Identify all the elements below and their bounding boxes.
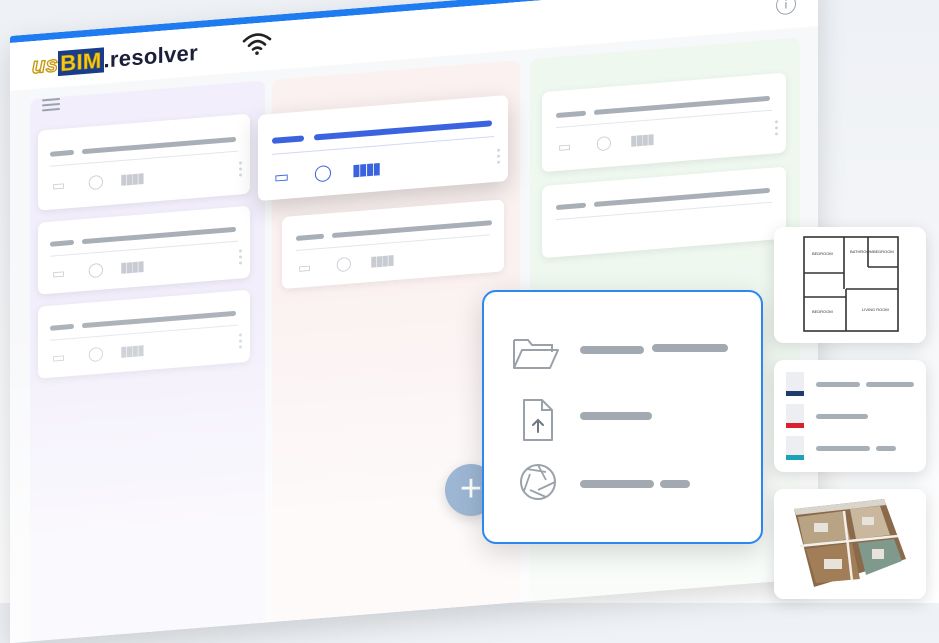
task-card[interactable]: ▭ ◯ ▮▮▮▮ <box>38 113 250 211</box>
swatch-navy <box>786 372 804 396</box>
menu-icon[interactable] <box>42 95 60 114</box>
floorplan-image: BEDROOM BATHROOM BEDROOM BEDROOM LIVING … <box>774 227 926 343</box>
info-icon[interactable]: i <box>776 0 796 16</box>
svg-text:BATHROOM: BATHROOM <box>850 249 873 254</box>
image-icon: ▭ <box>274 168 290 187</box>
add-menu-popup <box>482 290 763 544</box>
swatch-red <box>786 404 804 428</box>
image-icon: ▭ <box>52 176 66 194</box>
menu-item-take-photo[interactable] <box>510 460 741 510</box>
more-icon[interactable] <box>775 117 778 138</box>
app-logo: usBIM.resolver <box>31 39 198 79</box>
barcode-icon: ▮▮▮▮ <box>630 130 653 149</box>
barcode-icon: ▮▮▮▮ <box>120 257 143 276</box>
floorplan-thumbnail[interactable]: BEDROOM BATHROOM BEDROOM BEDROOM LIVING … <box>774 227 926 343</box>
menu-item-open-folder[interactable] <box>510 330 741 380</box>
barcode-icon: ▮▮▮▮ <box>352 160 380 180</box>
comment-icon: ◯ <box>88 260 104 278</box>
image-icon: ▭ <box>558 137 572 155</box>
menu-item-upload-file[interactable] <box>510 396 741 446</box>
svg-text:LIVING ROOM: LIVING ROOM <box>862 307 889 312</box>
wifi-icon <box>242 33 272 55</box>
svg-text:BEDROOM: BEDROOM <box>873 249 894 254</box>
comment-icon: ◯ <box>88 172 104 190</box>
3d-model-thumbnail[interactable] <box>774 489 926 599</box>
barcode-icon: ▮▮▮▮ <box>370 251 393 270</box>
more-icon[interactable] <box>239 158 242 179</box>
image-icon: ▭ <box>52 264 66 282</box>
image-icon: ▭ <box>298 258 312 276</box>
more-icon[interactable] <box>239 246 242 267</box>
hero-illustration: usBIM.resolver i ▭ ◯ ▮▮▮▮ ▭ ◯ ▮▮▮▮ ▭ ◯ ▮… <box>0 0 939 643</box>
file-upload-icon <box>523 399 553 441</box>
camera-shutter-icon <box>520 464 556 500</box>
more-icon[interactable] <box>497 146 500 167</box>
barcode-icon: ▮▮▮▮ <box>120 169 143 188</box>
folder-icon <box>513 339 559 369</box>
svg-text:BEDROOM: BEDROOM <box>812 251 833 256</box>
materials-thumbnail[interactable] <box>774 360 926 472</box>
comment-icon: ◯ <box>596 133 612 151</box>
comment-icon: ◯ <box>336 254 352 272</box>
svg-text:BEDROOM: BEDROOM <box>812 309 833 314</box>
comment-icon: ◯ <box>314 164 332 183</box>
3d-floorplan-image <box>774 489 926 599</box>
swatch-teal <box>786 436 804 460</box>
